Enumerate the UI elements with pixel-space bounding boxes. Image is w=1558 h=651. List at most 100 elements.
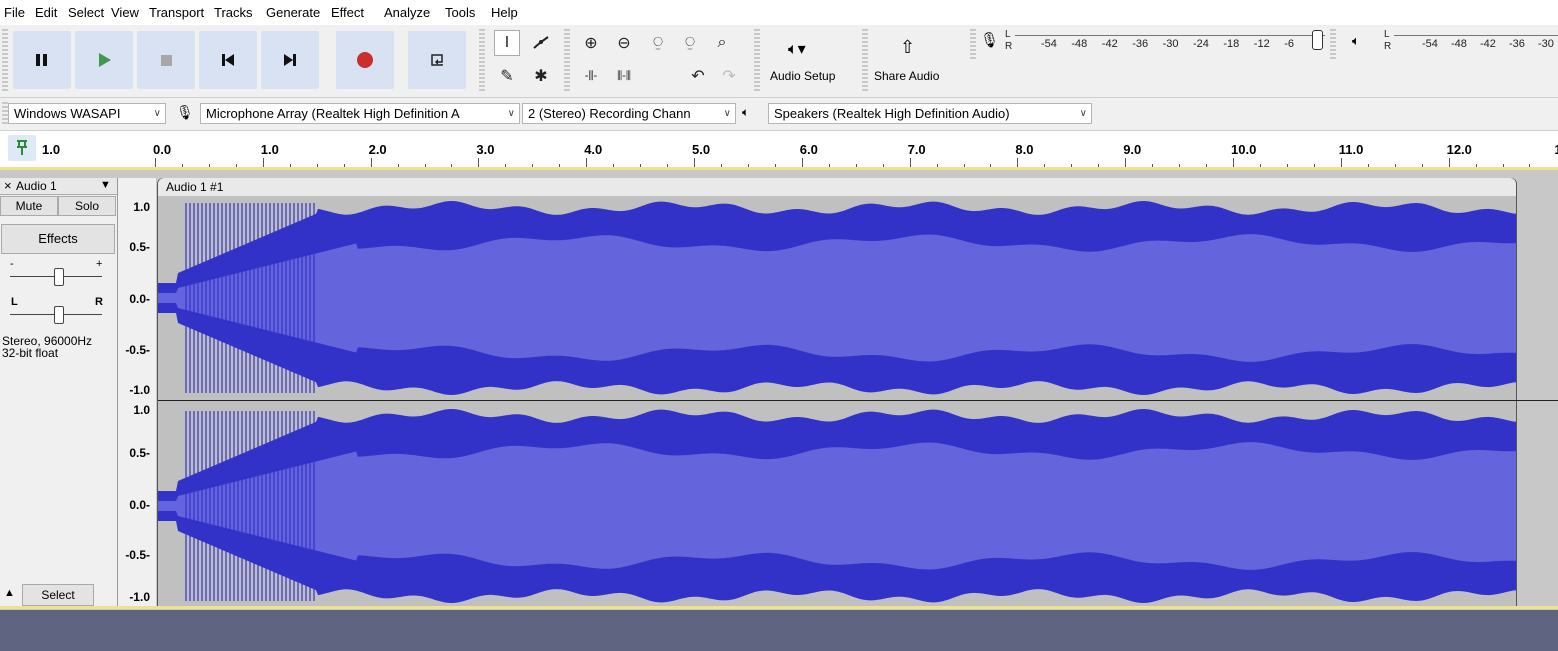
menu-file[interactable]: File [4,5,25,20]
meter-scale-label: -54 [1422,38,1438,50]
skip-to-start-button[interactable] [199,31,257,89]
menu-help[interactable]: Help [491,5,518,20]
amplitude-ruler[interactable]: 1.0 0.5- 0.0- -0.5- -1.0 1.0 0.5- 0.0- -… [118,178,156,608]
speaker-icon[interactable]: 🔈︎ [1352,33,1360,49]
chevron-down-icon: ∨ [507,104,515,123]
track-title-bar[interactable]: × Audio 1 ▼ [0,178,117,195]
play-icon [99,53,111,67]
vscale-label: 1.0 [133,403,150,417]
pan-right-label: R [95,296,103,308]
timeline-ruler[interactable]: 1.0 0.0 1.0 2.0 3.0 4.0 5.0 6.0 7.0 8.0 9.0 10.0 11… [0,131,1558,170]
trim-button[interactable]: -⫼- [578,63,604,89]
chevron-down-icon: ∨ [723,104,731,123]
track-menu-icon[interactable]: ▼ [100,179,111,191]
undo-button[interactable]: ↶ [685,63,711,89]
audio-setup-label: Audio Setup [770,69,836,83]
edit-grip[interactable] [564,29,570,91]
playback-device-select[interactable]: Speakers (Realtek High Definition Audio)… [768,103,1092,124]
vscale-label: 1.0 [133,200,150,214]
loop-button[interactable] [408,31,466,89]
ruler-tick-label: 0.0 [153,142,172,157]
record-icon [357,52,373,68]
zoom-toggle-button[interactable]: ⌕ [709,30,735,56]
microphone-icon: 🎙︎ [176,104,194,120]
track-format-depth: 32-bit float [2,346,59,360]
skip-end-icon [284,54,296,66]
envelope-icon [533,36,549,49]
record-meter-slider[interactable] [1312,30,1323,50]
recording-device-value: Microphone Array (Realtek High Definitio… [206,106,460,121]
menu-view[interactable]: View [111,5,139,20]
pencil-icon: ✎ [500,68,514,85]
menu-edit[interactable]: Edit [35,5,57,20]
audio-setup-button[interactable]: 🔈︎▾ Audio Setup [764,29,856,91]
setup-grip[interactable] [754,29,760,91]
menu-tracks[interactable]: Tracks [214,5,253,20]
ruler-tick-label: 10.0 [1231,142,1257,157]
menu-tools[interactable]: Tools [445,5,475,20]
zoom-in-icon: ⊕ [584,35,598,52]
menu-select[interactable]: Select [68,5,104,20]
collapse-icon[interactable]: ▲ [4,587,15,599]
zoom-in-button[interactable]: ⊕ [578,30,604,56]
ruler-tick-label: 11.0 [1338,142,1364,157]
tools-grip[interactable] [479,29,485,91]
solo-button[interactable]: Solo [58,196,116,216]
pause-button[interactable] [13,31,71,89]
ruler-tick-label: 12.0 [1446,142,1472,157]
ruler-tick-label: 9.0 [1123,142,1142,157]
track-control-panel: × Audio 1 ▼ Mute Solo Effects - + L R St… [0,178,118,608]
vscale-label: -1.0 [129,590,150,604]
record-meter-grip[interactable] [970,29,976,59]
fit-selection-button[interactable]: ⍜ [645,30,671,56]
recording-channels-select[interactable]: 2 (Stereo) Recording Chann ∨ [522,103,736,124]
silence-button[interactable]: ⫼-⫼ [611,63,637,89]
vscale-label: 0.0- [129,498,150,512]
selection-tool[interactable]: I [494,30,520,56]
skip-to-end-button[interactable] [261,31,319,89]
menu-analyze[interactable]: Analyze [384,5,430,20]
track-name: Audio 1 [16,179,57,193]
ruler-tick-label: 6.0 [799,142,818,157]
recording-device-select[interactable]: Microphone Array (Realtek High Definitio… [200,103,520,124]
share-audio-button[interactable]: ⇧ Share Audio [872,29,956,91]
ruler-tick-label: 3.0 [476,142,495,157]
play-meter-grip[interactable] [1330,29,1336,59]
channel-divider [158,400,1558,401]
envelope-tool[interactable] [528,30,554,56]
gain-minus-label: - [10,258,14,270]
meter-scale-label: -42 [1101,38,1118,50]
vscale-label: -0.5- [125,343,150,357]
microphone-icon[interactable]: 🎙︎ [980,31,999,49]
record-button[interactable] [336,31,394,89]
redo-button[interactable]: ↷ [716,63,742,89]
share-grip[interactable] [862,29,868,91]
meter-scale-label: -48 [1071,38,1088,50]
pan-slider-thumb[interactable] [54,306,64,324]
ruler-tick-label: 13 [1554,142,1558,157]
zoom-out-button[interactable]: ⊖ [611,30,637,56]
record-meter[interactable]: -54 -48 -42 -36 -30 -24 -18 -12 -6 [1015,35,1325,54]
clip-header[interactable]: Audio 1 #1 [158,178,1516,196]
draw-tool[interactable]: ✎ [494,63,520,89]
select-track-button[interactable]: Select [22,584,94,606]
audio-host-select[interactable]: Windows WASAPI ∨ [8,103,166,124]
meter-scale-label: -24 [1193,38,1209,50]
mute-button[interactable]: Mute [0,196,58,216]
menu-transport[interactable]: Transport [149,5,204,20]
fit-project-button[interactable]: ⍜ [677,30,703,56]
stop-button[interactable] [137,31,195,89]
multi-tool[interactable]: ✱ [528,63,554,89]
waveform-rms [158,234,1516,362]
effects-button[interactable]: Effects [1,224,115,254]
toolbar-grip[interactable] [2,29,8,91]
close-icon[interactable]: × [4,178,12,193]
track-format-info: Stereo, 96000Hz 32-bit float [2,335,92,359]
ruler-ticks: 0.0 1.0 2.0 3.0 4.0 5.0 6.0 7.0 8.0 9.0 10.0 11.0 12… [0,131,1558,168]
menu-effect[interactable]: Effect [331,5,364,20]
play-button[interactable] [75,31,133,89]
waveform[interactable] [158,196,1516,607]
gain-slider-thumb[interactable] [54,268,64,286]
play-meter[interactable]: -54 -48 -42 -36 -30 [1394,35,1558,54]
menu-generate[interactable]: Generate [266,5,320,20]
